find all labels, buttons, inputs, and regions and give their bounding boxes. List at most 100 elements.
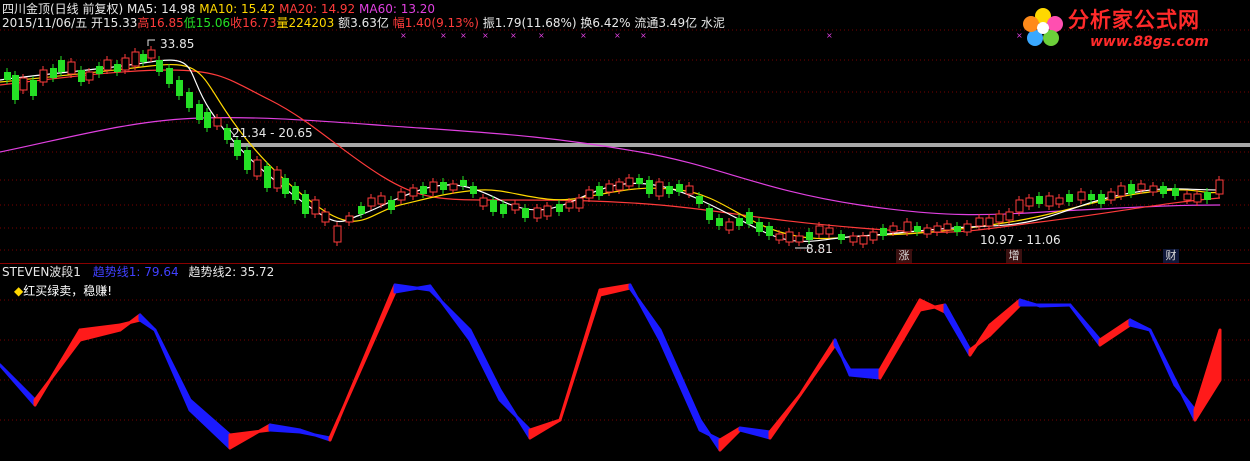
badge-rise[interactable]: 涨 [896,249,912,263]
candle[interactable] [869,231,878,241]
candle[interactable] [923,227,932,235]
candle[interactable] [1055,197,1064,205]
candle[interactable] [156,60,163,72]
candle[interactable] [1107,191,1116,201]
candle[interactable] [795,235,804,243]
candle[interactable] [775,233,784,241]
candle[interactable] [696,196,703,204]
candle[interactable] [1045,195,1054,207]
candle[interactable] [479,197,488,207]
badge-finance[interactable]: 财 [1163,249,1179,263]
candle[interactable] [995,213,1004,223]
candle[interactable] [636,178,643,184]
candle[interactable] [1025,197,1034,207]
candle[interactable] [1204,192,1211,200]
candle[interactable] [131,51,140,67]
candle[interactable] [50,68,57,78]
candle[interactable] [166,68,173,84]
candle[interactable] [1117,185,1126,197]
candle[interactable] [96,66,103,74]
candle[interactable] [282,178,289,194]
candle[interactable] [1005,211,1014,221]
candle[interactable] [186,92,193,108]
candle[interactable] [954,226,961,232]
candle[interactable] [985,217,994,227]
candle[interactable] [849,235,858,243]
price-chart[interactable]: ×××××××××××× [0,0,1250,461]
candle[interactable] [575,197,584,209]
candle[interactable] [264,166,271,188]
candle[interactable] [838,234,845,240]
candle[interactable] [825,227,834,235]
candle[interactable] [585,189,594,199]
candle[interactable] [449,183,458,191]
candle[interactable] [333,225,342,243]
candle[interactable] [490,200,497,212]
candle[interactable] [880,228,887,236]
candle[interactable] [292,186,299,200]
candle[interactable] [500,204,507,214]
candle[interactable] [58,60,65,72]
candle[interactable] [1172,188,1179,196]
candle[interactable] [114,64,121,72]
candle[interactable] [321,211,330,223]
candle[interactable] [1066,194,1073,202]
candle[interactable] [903,221,912,233]
candle[interactable] [1098,194,1105,204]
candle[interactable] [121,57,130,71]
candle[interactable] [19,77,28,91]
candle[interactable] [1183,193,1192,201]
candle[interactable] [147,49,156,59]
candle[interactable] [1149,185,1158,193]
candle[interactable] [409,187,418,197]
candle[interactable] [311,199,320,215]
candle[interactable] [1215,179,1224,195]
candle[interactable] [429,181,438,193]
candle[interactable] [685,185,694,195]
candle[interactable] [1137,183,1146,191]
candle[interactable] [725,221,734,231]
candle[interactable] [358,206,365,214]
wave-indicator[interactable] [0,283,1222,452]
candle[interactable] [766,226,773,236]
candle[interactable] [224,128,231,140]
candle[interactable] [963,223,972,233]
candle[interactable] [815,225,824,235]
candle[interactable] [1128,184,1135,194]
candle[interactable] [273,169,282,189]
candle[interactable] [511,203,520,211]
candle[interactable] [388,200,395,210]
badge-increase[interactable]: 增 [1006,249,1022,263]
candle[interactable] [377,195,386,205]
candle[interactable] [103,59,112,71]
candle[interactable] [78,70,85,82]
candle[interactable] [253,159,262,177]
candle[interactable] [12,75,19,100]
candle[interactable] [736,218,743,226]
candle[interactable] [1036,196,1043,204]
candle[interactable] [420,186,427,194]
candle[interactable] [176,80,183,96]
candle[interactable] [975,217,984,227]
candle[interactable] [1088,194,1095,200]
candle[interactable] [39,69,48,83]
candle[interactable] [1015,199,1024,213]
candle[interactable] [1160,186,1167,194]
candle[interactable] [234,140,241,156]
candle[interactable] [806,232,813,240]
candle[interactable] [30,80,37,96]
candle[interactable] [943,223,952,231]
candle[interactable] [460,180,467,186]
candle[interactable] [605,183,614,193]
candle[interactable] [565,201,574,209]
candle[interactable] [204,112,211,128]
candle[interactable] [889,225,898,233]
candle[interactable] [470,186,477,194]
candle[interactable] [556,204,563,212]
candle[interactable] [785,231,794,243]
candle[interactable] [933,225,942,233]
candle[interactable] [4,72,11,80]
candle[interactable] [140,54,147,62]
candle[interactable] [67,61,76,75]
candle[interactable] [596,186,603,196]
